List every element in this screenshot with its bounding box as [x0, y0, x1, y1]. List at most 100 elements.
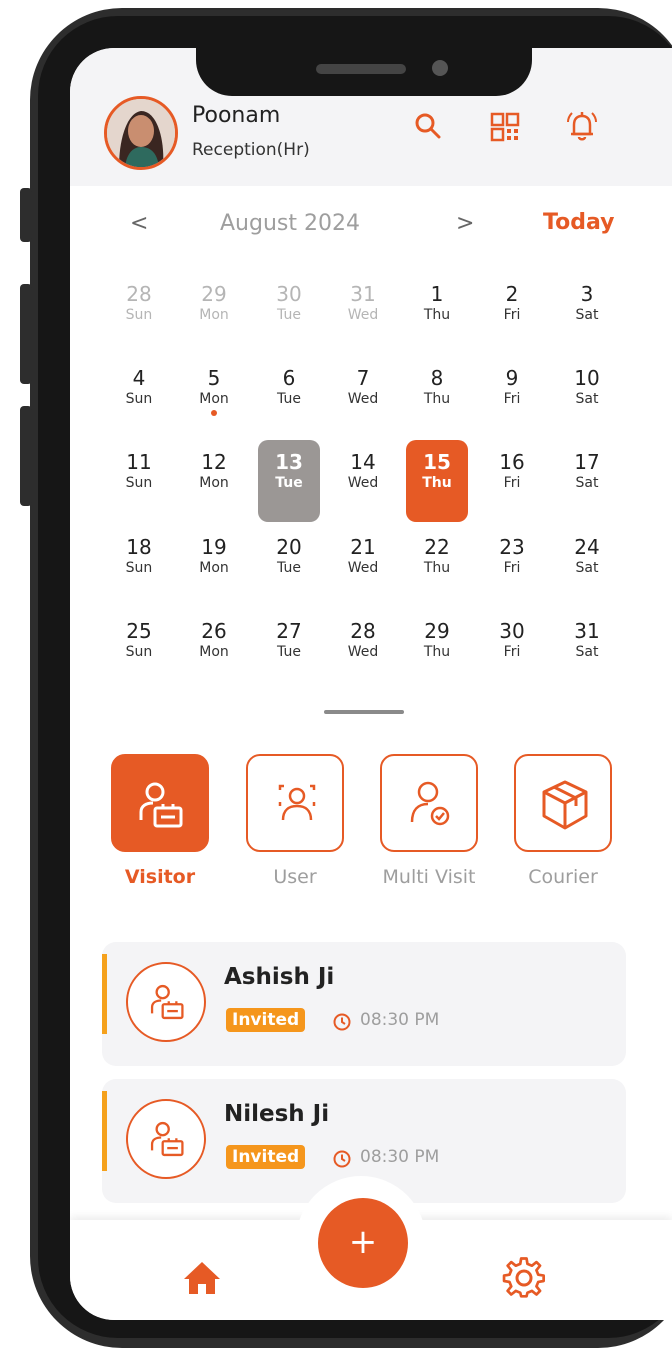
- volume-down-button: [20, 406, 32, 506]
- calendar-day-weekday: Sun: [125, 644, 153, 660]
- calendar-day[interactable]: 15 Thu: [406, 440, 468, 522]
- calendar-day-weekday: Fri: [503, 644, 521, 660]
- calendar-day[interactable]: 28 Sun: [108, 272, 170, 354]
- calendar-day[interactable]: 5 Mon: [183, 356, 245, 438]
- calendar-day[interactable]: 20 Tue: [258, 525, 320, 607]
- calendar-day[interactable]: 1 Thu: [406, 272, 468, 354]
- calendar-day-number: 10: [574, 366, 600, 390]
- calendar-day-weekday: Mon: [199, 644, 229, 660]
- category-label: Visitor: [124, 866, 196, 888]
- calendar-day[interactable]: 29 Mon: [183, 272, 245, 354]
- calendar-day-weekday: Fri: [503, 391, 521, 407]
- calendar-day[interactable]: 4 Sun: [108, 356, 170, 438]
- calendar-day-number: 20: [276, 535, 302, 559]
- category-visitor-button[interactable]: [111, 754, 209, 852]
- calendar-day[interactable]: 17 Sat: [556, 440, 618, 522]
- calendar-day-number: 5: [207, 366, 221, 390]
- calendar-day[interactable]: 11 Sun: [108, 440, 170, 522]
- bell-icon[interactable]: [564, 110, 600, 146]
- calendar-day-weekday: Sat: [575, 475, 599, 491]
- calendar-day[interactable]: 31 Sat: [556, 609, 618, 691]
- calendar-day-number: 28: [126, 282, 152, 306]
- calendar-day[interactable]: 18 Sun: [108, 525, 170, 607]
- category-courier-button[interactable]: [514, 754, 612, 852]
- home-icon[interactable]: [180, 1258, 224, 1302]
- calendar-day[interactable]: 28 Wed: [332, 609, 394, 691]
- calendar-day-weekday: Mon: [199, 391, 229, 407]
- prev-month-button[interactable]: <: [130, 211, 148, 236]
- category-user-button[interactable]: [246, 754, 344, 852]
- calendar-day[interactable]: 30 Tue: [258, 272, 320, 354]
- event-dot: [211, 410, 217, 416]
- avatar[interactable]: [104, 96, 178, 170]
- calendar-day-weekday: Tue: [277, 560, 301, 576]
- calendar-day[interactable]: 23 Fri: [481, 525, 543, 607]
- calendar-day-weekday: Sun: [125, 560, 153, 576]
- calendar-day-number: 31: [574, 619, 600, 643]
- calendar-day-weekday: Wed: [347, 307, 379, 323]
- calendar-day-number: 30: [276, 282, 302, 306]
- calendar-day[interactable]: 3 Sat: [556, 272, 618, 354]
- speaker-grille: [316, 64, 406, 74]
- calendar-day[interactable]: 19 Mon: [183, 525, 245, 607]
- drag-handle[interactable]: [324, 710, 404, 714]
- calendar-day-number: 17: [574, 450, 600, 474]
- calendar-day[interactable]: 26 Mon: [183, 609, 245, 691]
- calendar-day-weekday: Tue: [277, 391, 301, 407]
- calendar-day[interactable]: 10 Sat: [556, 356, 618, 438]
- calendar-day-number: 27: [276, 619, 302, 643]
- calendar-day[interactable]: 16 Fri: [481, 440, 543, 522]
- calendar-day-weekday: Thu: [423, 307, 451, 323]
- calendar-day[interactable]: 7 Wed: [332, 356, 394, 438]
- calendar-day[interactable]: 30 Fri: [481, 609, 543, 691]
- calendar-day[interactable]: 2 Fri: [481, 272, 543, 354]
- category-multi-visit-button[interactable]: [380, 754, 478, 852]
- calendar-day[interactable]: 12 Mon: [183, 440, 245, 522]
- calendar-day-number: 3: [580, 282, 594, 306]
- calendar-day-weekday: Sat: [575, 307, 599, 323]
- calendar-day-number: 14: [350, 450, 376, 474]
- calendar-day[interactable]: 22 Thu: [406, 525, 468, 607]
- visit-card[interactable]: Ashish Ji Invited 08:30 PM: [102, 942, 626, 1066]
- calendar-day-number: 30: [499, 619, 525, 643]
- mute-switch: [20, 188, 32, 242]
- calendar-day-weekday: Mon: [199, 475, 229, 491]
- calendar-day-number: 6: [282, 366, 296, 390]
- search-icon[interactable]: [414, 112, 442, 144]
- calendar-day-weekday: Thu: [423, 644, 451, 660]
- calendar-day[interactable]: 21 Wed: [332, 525, 394, 607]
- calendar-day-number: 9: [505, 366, 519, 390]
- calendar-day-number: 16: [499, 450, 525, 474]
- calendar-day[interactable]: 24 Sat: [556, 525, 618, 607]
- calendar-day[interactable]: 6 Tue: [258, 356, 320, 438]
- calendar-day[interactable]: 31 Wed: [332, 272, 394, 354]
- calendar-day[interactable]: 29 Thu: [406, 609, 468, 691]
- calendar-day-weekday: Sun: [125, 307, 153, 323]
- settings-icon[interactable]: [500, 1254, 548, 1306]
- status-accent-bar: [102, 954, 107, 1034]
- calendar-day[interactable]: 13 Tue: [258, 440, 320, 522]
- calendar-day[interactable]: 14 Wed: [332, 440, 394, 522]
- calendar-day-number: 15: [423, 450, 451, 474]
- status-badge: Invited: [226, 1145, 306, 1169]
- qr-code-icon[interactable]: [490, 112, 520, 146]
- next-month-button[interactable]: >: [456, 211, 474, 236]
- today-button[interactable]: Today: [543, 210, 614, 235]
- calendar-day-number: 22: [424, 535, 450, 559]
- calendar-day-number: 31: [350, 282, 376, 306]
- visit-time: 08:30 PM: [360, 1010, 440, 1030]
- calendar-day-weekday: Sun: [125, 391, 153, 407]
- phone-notch: [196, 48, 532, 96]
- volume-up-button: [20, 284, 32, 384]
- calendar-day[interactable]: 9 Fri: [481, 356, 543, 438]
- calendar-day[interactable]: 8 Thu: [406, 356, 468, 438]
- calendar-day-weekday: Sat: [575, 560, 599, 576]
- calendar-day-weekday: Mon: [199, 307, 229, 323]
- calendar-day[interactable]: 27 Tue: [258, 609, 320, 691]
- add-button[interactable]: +: [318, 1198, 408, 1288]
- visitor-name: Ashish Ji: [224, 964, 335, 990]
- calendar-day-number: 28: [350, 619, 376, 643]
- calendar-day[interactable]: 25 Sun: [108, 609, 170, 691]
- avatar-portrait-icon: [107, 99, 175, 167]
- category-label: Multi Visit: [382, 866, 476, 888]
